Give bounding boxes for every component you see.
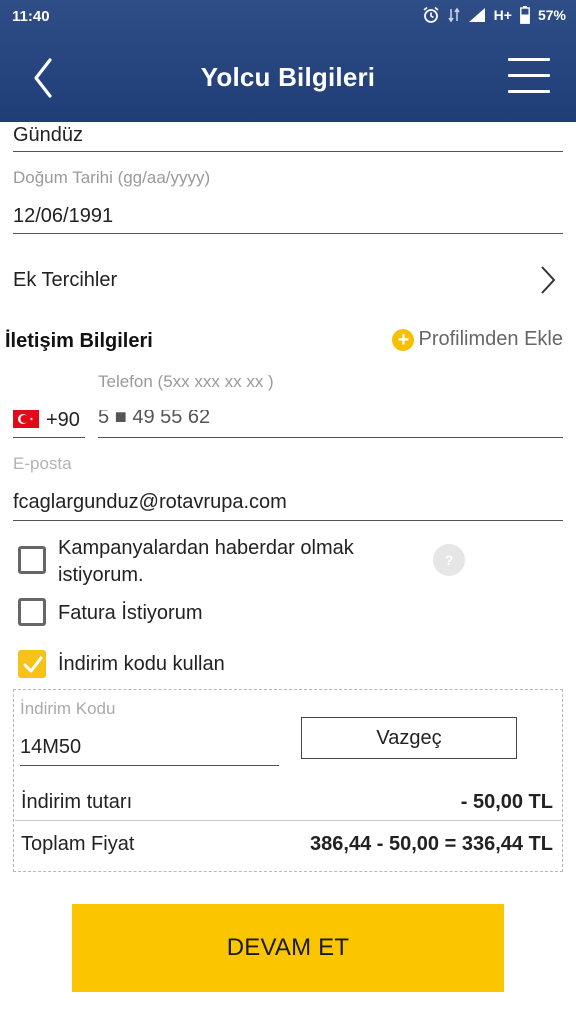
- battery-icon: [520, 6, 530, 24]
- birthdate-input[interactable]: 12/06/1991: [13, 205, 563, 228]
- hamburger-line: [508, 90, 550, 93]
- add-from-profile-label: Profilimden Ekle: [418, 328, 563, 350]
- status-time: 11:40: [12, 8, 50, 25]
- discount-code-input[interactable]: 14M50: [20, 736, 81, 759]
- total-price-value: 386,44 - 50,00 = 336,44 TL: [310, 833, 553, 855]
- discount-code-field-label: İndirim Kodu: [20, 699, 116, 718]
- turkey-flag-icon: [13, 410, 39, 428]
- chevron-right-icon: [541, 266, 556, 294]
- alarm-icon: [423, 6, 439, 23]
- extra-preferences-row[interactable]: Ek Tercihler: [0, 250, 576, 312]
- country-code-underline: [13, 437, 85, 438]
- plus-circle-icon: +: [392, 328, 415, 351]
- surname-value[interactable]: Gündüz: [13, 124, 563, 147]
- email-input[interactable]: fcaglargunduz@rotavrupa.com: [13, 491, 563, 514]
- hamburger-menu-icon: [508, 58, 550, 61]
- page-title: Yolcu Bilgileri: [200, 62, 376, 92]
- battery-level: 57%: [537, 7, 566, 23]
- email-underline: [13, 520, 563, 521]
- help-icon[interactable]: ?: [433, 544, 465, 576]
- discount-amount-label: İndirim tutarı: [21, 791, 133, 813]
- birthdate-label: Doğum Tarihi (gg/aa/yyyy): [13, 168, 211, 187]
- checkmark-icon: [23, 656, 43, 673]
- hamburger-line: [508, 74, 550, 77]
- data-transfer-icon: [448, 7, 460, 23]
- add-from-profile-button[interactable]: + Profilimden Ekle: [392, 328, 563, 351]
- signal-icon: [468, 8, 485, 22]
- campaign-label: Kampanyalardan haberdar olmak istiyorum.: [58, 537, 354, 586]
- invoice-label: Fatura İstiyorum: [58, 602, 203, 624]
- invoice-checkbox[interactable]: [18, 598, 46, 626]
- campaign-checkbox[interactable]: [18, 546, 46, 574]
- email-label: E-posta: [13, 454, 72, 473]
- discount-divider: [15, 820, 561, 821]
- navigation-header: Yolcu Bilgileri: [0, 34, 576, 122]
- status-icons: H+ 57%: [422, 6, 566, 24]
- birthdate-underline: [13, 233, 563, 234]
- discount-amount-value: - 50,00 TL: [460, 791, 553, 813]
- phone-underline: [98, 437, 563, 438]
- total-price-label: Toplam Fiyat: [21, 833, 135, 855]
- contact-section-title: İletişim Bilgileri: [5, 330, 153, 352]
- phone-label: Telefon (5xx xxx xx xx ): [98, 372, 274, 391]
- discount-code-label: İndirim kodu kullan: [58, 653, 225, 675]
- phone-input[interactable]: 5 ■ 49 55 62: [98, 410, 210, 428]
- discount-code-checkbox[interactable]: [18, 650, 46, 678]
- extra-preferences-label: Ek Tercihler: [13, 269, 118, 291]
- app-header-background: 11:40 H+ 57% Yolcu Bilgileri: [0, 0, 576, 122]
- country-code[interactable]: +90: [46, 409, 80, 432]
- continue-button[interactable]: DEVAM ET: [72, 904, 504, 992]
- status-bar: 11:40 H+ 57%: [0, 0, 576, 34]
- cancel-discount-button[interactable]: Vazgeç: [301, 717, 517, 759]
- menu-button[interactable]: [508, 56, 550, 96]
- discount-code-underline: [20, 765, 279, 766]
- network-type: H+: [493, 7, 512, 23]
- surname-underline: [13, 151, 563, 152]
